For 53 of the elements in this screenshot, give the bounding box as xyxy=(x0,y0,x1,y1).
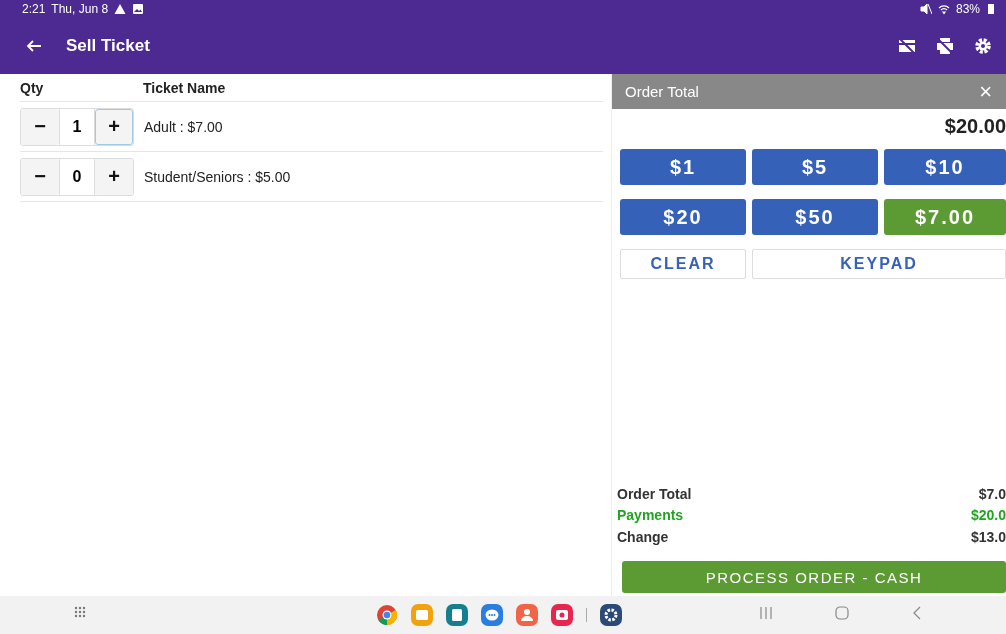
increase-button[interactable]: + xyxy=(95,108,133,145)
action-button[interactable]: KEYPAD xyxy=(752,249,1006,279)
mute-icon xyxy=(919,2,932,15)
total-value: $20.0 xyxy=(970,506,1006,525)
contacts-app-icon[interactable] xyxy=(516,604,538,626)
browser-app-icon[interactable] xyxy=(376,604,398,626)
calendar-app-icon[interactable] xyxy=(446,604,468,626)
back-arrow-icon xyxy=(26,37,42,54)
settings-app-icon[interactable] xyxy=(600,604,622,626)
chat-app-icon[interactable] xyxy=(481,604,503,626)
quantity-value: 1 xyxy=(59,108,95,145)
total-label: Payments xyxy=(617,506,684,525)
process-order-button[interactable]: PROCESS ORDER - CASH xyxy=(622,561,1006,593)
decrease-button[interactable]: − xyxy=(21,108,59,145)
quantity-stepper[interactable]: − 1 + xyxy=(20,107,134,146)
panel-title: Order Total xyxy=(625,83,699,100)
home-icon[interactable] xyxy=(834,605,850,621)
cash-amount-button[interactable]: $1 xyxy=(620,149,746,185)
ticket-name: Adult : $7.00 xyxy=(144,118,223,135)
quantity-stepper[interactable]: − 0 + xyxy=(20,157,134,196)
decrease-button[interactable]: − xyxy=(21,158,59,195)
total-value: $7.0 xyxy=(978,484,1006,504)
battery-level: 83% xyxy=(955,1,980,16)
wifi-icon xyxy=(937,2,950,15)
column-header: Ticket Name xyxy=(143,79,226,96)
quantity-value: 0 xyxy=(59,158,95,195)
status-date: Thu, Jun 8 xyxy=(51,1,109,16)
cash-amount-button[interactable]: $20 xyxy=(620,199,746,235)
printer-off-button[interactable] xyxy=(936,36,954,55)
folder-app-icon[interactable] xyxy=(411,604,433,626)
warning-icon xyxy=(114,2,127,15)
status-time: 2:21 xyxy=(22,1,46,16)
tendered-amount: $20.00 xyxy=(943,114,1006,139)
increase-button[interactable]: + xyxy=(95,158,133,195)
cash-amount-button[interactable]: $50 xyxy=(752,199,878,235)
cash-amount-button[interactable]: $7.00 xyxy=(884,199,1006,235)
apps-grid-icon[interactable] xyxy=(74,606,88,620)
printer-off-icon xyxy=(936,36,954,55)
total-value: $13.0 xyxy=(970,527,1006,547)
cash-amount-button[interactable]: $5 xyxy=(752,149,878,185)
column-header: Qty xyxy=(20,79,45,96)
total-label: Order Total xyxy=(617,484,692,504)
total-label: Change xyxy=(617,527,669,547)
close-button[interactable]: × xyxy=(979,78,992,105)
settings-icon xyxy=(974,36,992,55)
camera-app-icon[interactable] xyxy=(551,604,573,626)
cash-amount-button[interactable]: $10 xyxy=(884,149,1006,185)
back-button[interactable] xyxy=(26,37,42,54)
action-button[interactable]: CLEAR xyxy=(620,249,746,279)
ticket-name: Student/Seniors : $5.00 xyxy=(144,168,291,185)
settings-button[interactable] xyxy=(974,36,992,55)
battery-icon xyxy=(986,2,996,15)
page-title: Sell Ticket xyxy=(66,35,150,56)
